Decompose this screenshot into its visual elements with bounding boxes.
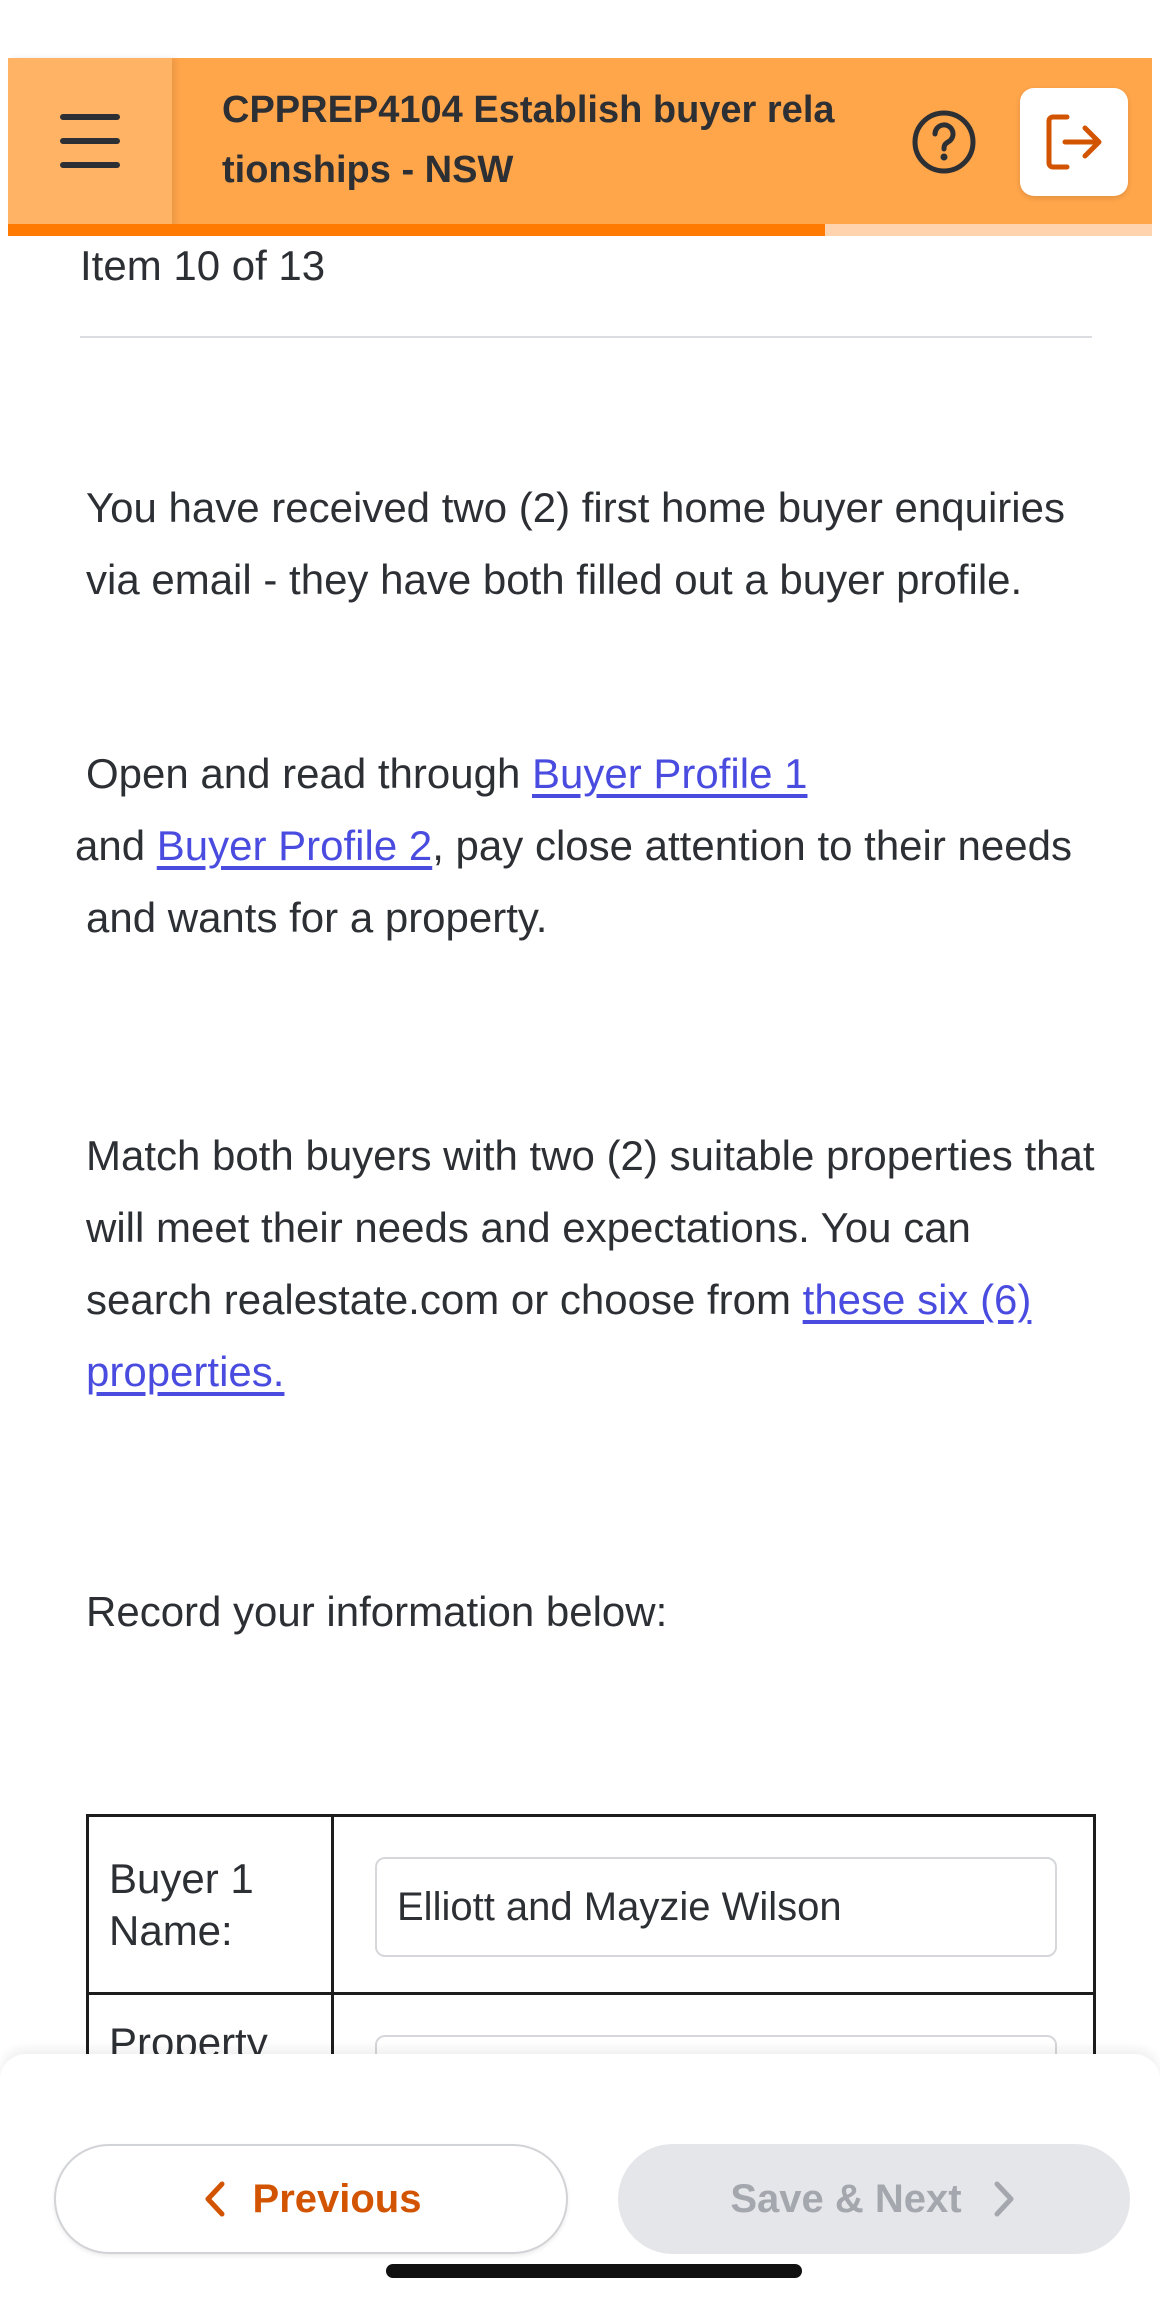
buyer-profile-2-link[interactable]: Buyer Profile 2: [157, 822, 432, 869]
chevron-right-icon: [994, 2181, 1014, 2217]
help-circle-icon: [912, 110, 976, 174]
hamburger-menu-icon-bar: [60, 138, 120, 144]
home-indicator: [386, 2264, 802, 2278]
instructions-paragraph-2: Open and read through Buyer Profile 1 an…: [75, 738, 1096, 954]
buyer-profile-1-link[interactable]: Buyer Profile 1: [532, 750, 807, 797]
exit-button[interactable]: [1020, 88, 1128, 196]
previous-button-label: Previous: [252, 2176, 422, 2221]
exit-icon: [1046, 114, 1102, 170]
menu-button[interactable]: [8, 58, 172, 228]
buyer-1-name-label: Buyer 1 Name:: [109, 1855, 254, 1954]
hamburger-menu-icon: [60, 114, 120, 120]
progress-bar: [8, 224, 1152, 236]
paragraph-text: and: [75, 822, 157, 869]
item-counter: Item 10 of 13: [80, 242, 326, 289]
instructions-paragraph-1: You have received two (2) first home buy…: [86, 484, 1065, 603]
progress-bar-fill: [8, 224, 825, 236]
hamburger-menu-icon-bar: [60, 162, 120, 168]
bottom-navigation: Previous Save & Next: [0, 2054, 1160, 2298]
save-next-button[interactable]: Save & Next: [618, 2144, 1130, 2254]
record-info-label: Record your information below:: [86, 1588, 668, 1635]
app-header: CPPREP4104 Establish buyer relationships…: [8, 58, 1152, 236]
previous-button[interactable]: Previous: [54, 2144, 568, 2254]
chevron-left-icon: [205, 2181, 225, 2217]
buyer-1-name-input[interactable]: [375, 1857, 1057, 1957]
course-title: CPPREP4104 Establish buyer relationships…: [222, 89, 835, 191]
paragraph-text: Open and read through: [86, 750, 533, 797]
instructions-paragraph-3: Match both buyers with two (2) suitable …: [86, 1120, 1096, 1408]
save-next-button-label: Save & Next: [730, 2176, 962, 2221]
divider: [80, 336, 1092, 338]
help-button[interactable]: [906, 104, 982, 180]
table-row-divider: [89, 1992, 1093, 1995]
